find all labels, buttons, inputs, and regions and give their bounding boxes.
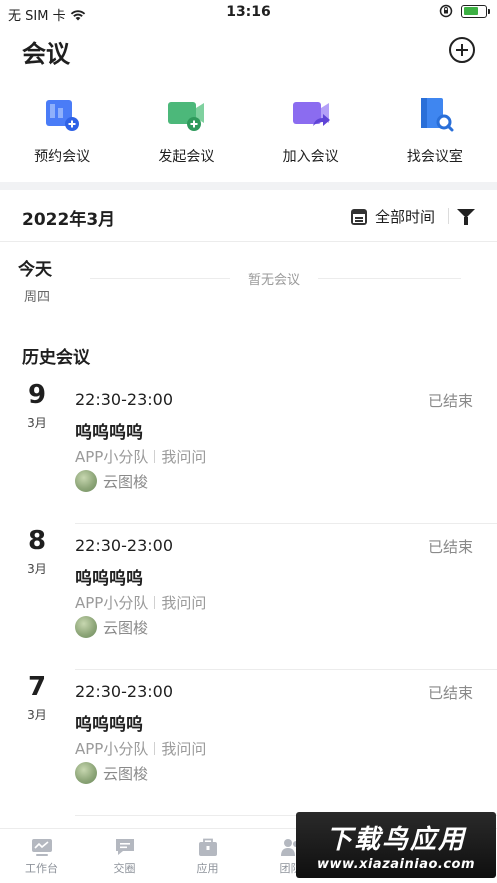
meeting-creator: 我问问: [161, 448, 207, 466]
meeting-time: 22:30-23:00: [75, 536, 173, 555]
host-name: 云图梭: [103, 618, 149, 637]
action-label: 预约会议: [34, 149, 91, 165]
start-meeting-icon: [168, 102, 205, 131]
watermark-logo: 下载鸟应用 www.xiazainiao.com: [296, 812, 496, 878]
time-range-selector[interactable]: 全部时间: [350, 206, 435, 227]
clock: 13:16: [226, 4, 271, 20]
empty-state-text: 暂无会议: [247, 273, 300, 288]
watermark-title: 下载鸟应用: [325, 824, 466, 855]
find-room-button[interactable]: 找会议室: [373, 84, 497, 180]
meeting-team: APP小分队: [75, 594, 149, 612]
action-label: 找会议室: [406, 149, 463, 165]
quick-actions: 预约会议 发起会议 加入会议 找会议室: [0, 84, 497, 180]
today-label: 今天: [18, 260, 52, 280]
action-label: 加入会议: [282, 149, 339, 165]
meeting-day: 7: [27, 672, 47, 702]
battery-icon: [461, 4, 490, 18]
meeting-month: 3月: [27, 708, 47, 722]
meeting-status: 已结束: [427, 392, 473, 410]
meeting-day: 8: [27, 526, 47, 556]
workbench-icon: [31, 839, 52, 856]
meeting-month: 3月: [27, 562, 47, 576]
meeting-time: 22:30-23:00: [75, 682, 173, 701]
filter-bar: 2022年3月 全部时间: [0, 190, 497, 242]
weekday-label: 周四: [24, 290, 51, 305]
meeting-time: 22:30-23:00: [75, 390, 173, 409]
meeting-meta: APP小分队 我问问: [75, 446, 206, 467]
meeting-team: APP小分队: [75, 740, 149, 758]
chat-icon: [115, 839, 134, 855]
avatar: [75, 470, 97, 492]
meeting-status: 已结束: [427, 538, 473, 556]
avatar: [75, 762, 97, 784]
meeting-creator: 我问问: [161, 740, 207, 758]
meeting-status: 已结束: [427, 684, 473, 702]
history-title: 历史会议: [22, 348, 90, 368]
rotation-lock-icon: [439, 4, 453, 18]
apps-icon: [198, 838, 217, 856]
meeting-name: 呜呜呜呜: [75, 569, 143, 589]
meeting-item[interactable]: 7 3月 22:30-23:00 已结束 呜呜呜呜 APP小分队 我问问 云图梭: [0, 670, 497, 816]
watermark-url: www.xiazainiao.com: [316, 856, 476, 872]
tab-workbench[interactable]: 工作台: [0, 829, 83, 883]
action-label: 发起会议: [158, 149, 215, 165]
header: 会议: [0, 26, 497, 76]
meeting-date: 9 3月: [18, 380, 56, 431]
meeting-creator: 我问问: [161, 594, 207, 612]
meta-separator: [154, 742, 156, 755]
today-section: 今天 周四 暂无会议: [0, 250, 497, 310]
meeting-name: 呜呜呜呜: [75, 715, 143, 735]
tab-chat[interactable]: 交圈: [83, 829, 166, 883]
meeting-meta: APP小分队 我问问: [75, 592, 206, 613]
meeting-host: 云图梭: [75, 762, 148, 784]
page-title: 会议: [22, 40, 70, 68]
tab-label: 应用: [196, 862, 219, 875]
host-name: 云图梭: [103, 472, 149, 491]
calendar-icon: [350, 208, 367, 225]
time-range-label: 全部时间: [374, 208, 435, 226]
meeting-meta: APP小分队 我问问: [75, 738, 206, 759]
add-meeting-button[interactable]: [449, 37, 475, 63]
tab-label: 工作台: [25, 862, 58, 875]
divider-line: [90, 278, 230, 279]
filter-separator: [448, 208, 449, 224]
join-meeting-icon: [292, 102, 330, 126]
meeting-host: 云图梭: [75, 616, 148, 638]
meeting-item[interactable]: 8 3月 22:30-23:00 已结束 呜呜呜呜 APP小分队 我问问 云图梭: [0, 524, 497, 670]
section-divider: [0, 182, 497, 190]
join-meeting-button[interactable]: 加入会议: [249, 84, 373, 180]
meeting-month: 3月: [27, 416, 47, 430]
tab-apps[interactable]: 应用: [166, 829, 249, 883]
meeting-date: 8 3月: [18, 526, 56, 577]
meeting-item[interactable]: 9 3月 22:30-23:00 已结束 呜呜呜呜 APP小分队 我问问 云图梭: [0, 378, 497, 524]
meeting-host: 云图梭: [75, 470, 148, 492]
find-room-icon: [420, 98, 454, 132]
meta-separator: [154, 596, 156, 609]
schedule-meeting-button[interactable]: 预约会议: [0, 84, 124, 180]
meeting-team: APP小分队: [75, 448, 149, 466]
avatar: [75, 616, 97, 638]
meeting-name: 呜呜呜呜: [75, 423, 143, 443]
start-meeting-button[interactable]: 发起会议: [124, 84, 248, 180]
status-bar: 无 SIM 卡 13:16: [0, 0, 497, 26]
filter-icon[interactable]: [457, 209, 475, 225]
meeting-date: 7 3月: [18, 672, 56, 723]
divider-line: [318, 278, 461, 279]
meta-separator: [154, 450, 156, 463]
month-selector[interactable]: 2022年3月: [22, 205, 115, 230]
meeting-day: 9: [27, 380, 47, 410]
schedule-meeting-icon: [46, 100, 80, 131]
tab-label: 交圈: [113, 862, 136, 875]
host-name: 云图梭: [103, 764, 149, 783]
